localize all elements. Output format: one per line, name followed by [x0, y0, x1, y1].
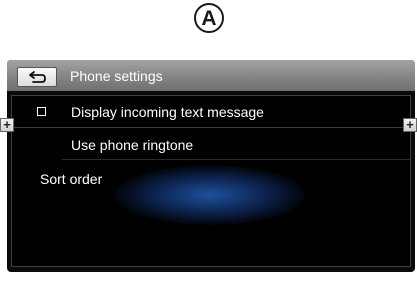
- setting-display-incoming-text-message[interactable]: Display incoming text message: [12, 96, 410, 128]
- callout-marker-a: A: [194, 3, 224, 33]
- back-button[interactable]: [17, 67, 57, 87]
- setting-use-phone-ringtone[interactable]: Use phone ringtone: [62, 128, 410, 160]
- setting-sort-order[interactable]: Sort order: [12, 160, 410, 191]
- setting-label: Display incoming text message: [71, 104, 264, 120]
- screen-title: Phone settings: [70, 68, 163, 84]
- figure: A Phone settings Display incoming text m…: [0, 0, 417, 301]
- expand-right-button[interactable]: +: [403, 118, 417, 132]
- callout-marker-label: A: [201, 6, 217, 30]
- expand-left-button[interactable]: +: [0, 118, 14, 132]
- checkbox-icon[interactable]: [37, 107, 46, 116]
- phone-settings-screen: Phone settings Display incoming text mes…: [7, 60, 415, 272]
- back-arrow-icon: [29, 71, 46, 83]
- title-bar: Phone settings: [7, 60, 415, 91]
- settings-list: Display incoming text message Use phone …: [11, 95, 411, 267]
- setting-label: Use phone ringtone: [71, 137, 194, 153]
- setting-label: Sort order: [40, 171, 103, 187]
